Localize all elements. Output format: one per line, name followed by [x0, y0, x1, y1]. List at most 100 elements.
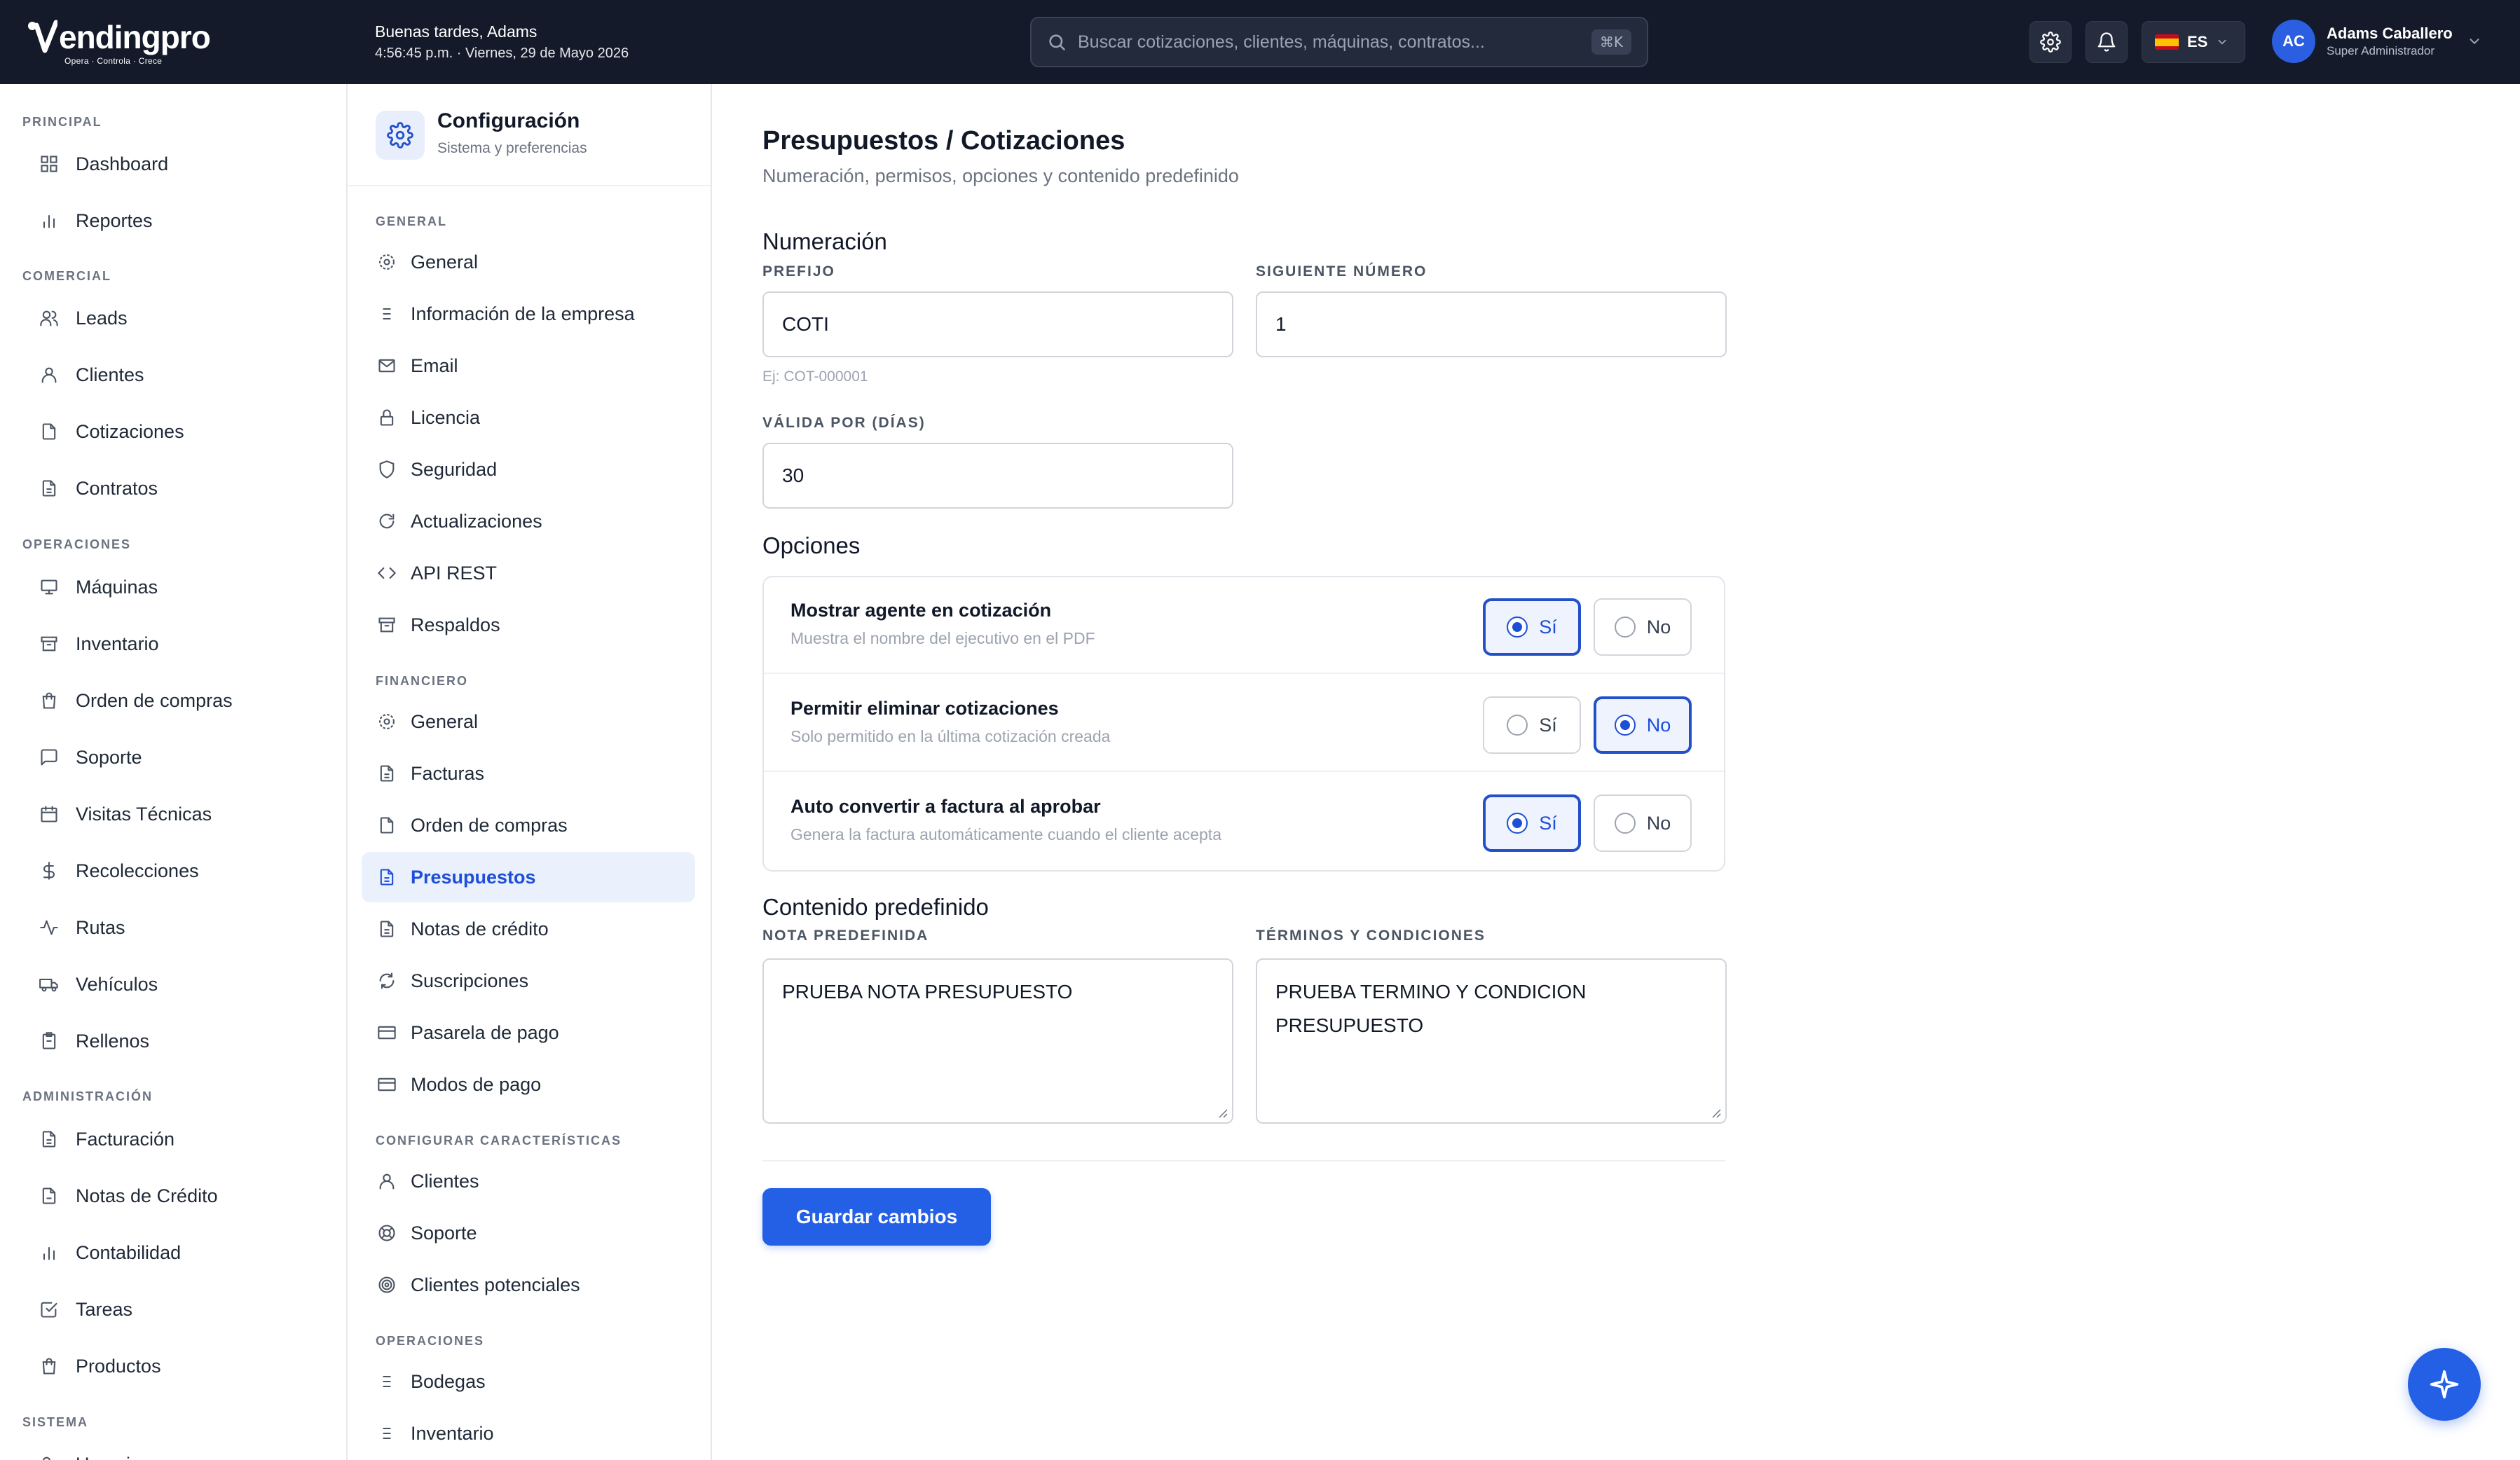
page-title: Presupuestos / Cotizaciones [762, 126, 1125, 156]
list-icon [383, 1375, 391, 1388]
brand-logo[interactable]: endingpro Opera · Controla · Crece [27, 18, 223, 66]
settings-item-notas-de-credito[interactable]: Notas de crédito [362, 904, 695, 954]
settings-item-suscripciones[interactable]: Suscripciones [362, 956, 695, 1006]
settings-item-label: API REST [411, 562, 498, 584]
settings-item-modos-de-pago[interactable]: Modos de pago [362, 1059, 695, 1110]
user-role: Super Administrador [2327, 44, 2435, 57]
sidebar-item-maquinas[interactable]: Máquinas [22, 563, 331, 611]
avatar: AC [2272, 20, 2315, 63]
sidebar-item-rutas[interactable]: Rutas [22, 904, 331, 951]
sidebar-section-label: COMERCIAL [22, 269, 111, 283]
sidebar-section-label: ADMINISTRACIÓN [22, 1089, 153, 1103]
resize-handle-icon[interactable] [1710, 1107, 1721, 1118]
datetime-text: 4:56:45 p.m. · Viernes, 29 de Mayo 2026 [375, 46, 629, 61]
prefix-field[interactable] [762, 291, 1233, 357]
terms-textarea[interactable]: PRUEBA TERMINO Y CONDICION PRESUPUESTO [1275, 975, 1707, 1107]
sidebar-item-contratos[interactable]: Contratos [22, 464, 331, 512]
show-agent-no-radio[interactable]: No [1594, 598, 1692, 656]
settings-item-label: Información de la empresa [411, 303, 635, 324]
user-menu[interactable]: AC Adams Caballero Super Administrador [2272, 20, 2482, 63]
sidebar-item-usuarios[interactable]: Usuarios [22, 1440, 331, 1460]
sidebar-item-reportes[interactable]: Reportes [22, 197, 331, 245]
settings-item-email[interactable]: Email [362, 340, 695, 391]
sidebar-item-label: Usuarios [76, 1454, 151, 1460]
gear-icon [2040, 32, 2061, 53]
settings-item-presupuestos[interactable]: Presupuestos [362, 852, 695, 902]
sidebar-item-notas-de-credito[interactable]: Notas de Crédito [22, 1172, 331, 1220]
option-description: Genera la factura automáticamente cuando… [790, 825, 1221, 843]
note-textarea[interactable]: PRUEBA NOTA PRESUPUESTO [782, 975, 1214, 1107]
notifications-button[interactable] [2086, 21, 2128, 63]
sidebar-item-cotizaciones[interactable]: Cotizaciones [22, 408, 331, 455]
radio-dot-icon [1614, 617, 1636, 638]
auto-convert-no-radio[interactable]: No [1594, 794, 1692, 852]
sidebar-item-inventario[interactable]: Inventario [22, 620, 331, 668]
sidebar-item-dashboard[interactable]: Dashboard [22, 140, 331, 188]
sidebar-item-leads[interactable]: Leads [22, 294, 331, 342]
terms-field[interactable]: PRUEBA TERMINO Y CONDICION PRESUPUESTO [1256, 958, 1727, 1124]
allow-delete-yes-radio[interactable]: Sí [1483, 696, 1581, 754]
global-search[interactable]: ⌘K [1030, 17, 1648, 67]
radio-dot-icon [1507, 617, 1528, 638]
sidebar-item-clientes[interactable]: Clientes [22, 351, 331, 399]
radio-dot-icon [1507, 813, 1528, 834]
sidebar-item-contabilidad[interactable]: Contabilidad [22, 1229, 331, 1276]
save-button[interactable]: Guardar cambios [762, 1188, 991, 1246]
sidebar-item-label: Orden de compras [76, 689, 233, 711]
settings-item-orden-de-compras[interactable]: Orden de compras [362, 800, 695, 850]
sidebar-item-soporte[interactable]: Soporte [22, 734, 331, 781]
sidebar-item-vehiculos[interactable]: Vehículos [22, 960, 331, 1008]
document-text-icon [42, 1131, 56, 1148]
sidebar-item-facturacion[interactable]: Facturación [22, 1115, 331, 1163]
auto-convert-yes-radio[interactable]: Sí [1483, 794, 1581, 852]
sidebar-item-label: Dashboard [76, 153, 169, 174]
next-number-input[interactable] [1275, 313, 1707, 336]
next-number-field[interactable] [1256, 291, 1727, 357]
dollar-icon [43, 862, 55, 880]
brand-mark-icon [28, 20, 57, 53]
settings-item-seguridad[interactable]: Seguridad [362, 444, 695, 495]
show-agent-yes-radio[interactable]: Sí [1483, 598, 1581, 656]
settings-item-feature-soporte[interactable]: Soporte [362, 1208, 695, 1258]
settings-section-label: FINANCIERO [376, 674, 468, 688]
sidebar-item-productos[interactable]: Productos [22, 1342, 331, 1390]
sidebar-item-recolecciones[interactable]: Recolecciones [22, 847, 331, 895]
allow-delete-no-radio[interactable]: No [1594, 696, 1692, 754]
settings-item-financial-general[interactable]: General [362, 696, 695, 747]
settings-item-feature-clientes[interactable]: Clientes [362, 1156, 695, 1206]
settings-item-facturas[interactable]: Facturas [362, 748, 695, 799]
settings-item-api-rest[interactable]: API REST [362, 548, 695, 598]
sidebar-item-label: Clientes [76, 364, 144, 385]
ai-assistant-button[interactable] [2408, 1348, 2481, 1421]
user-icon [41, 367, 57, 383]
resize-handle-icon[interactable] [1217, 1107, 1228, 1118]
valid-days-input[interactable] [782, 464, 1214, 487]
settings-item-feature-clientes-potenciales[interactable]: Clientes potenciales [362, 1260, 695, 1310]
settings-item-respaldos[interactable]: Respaldos [362, 600, 695, 650]
search-input[interactable] [1078, 32, 1591, 53]
radio-dot-icon [1507, 715, 1528, 736]
sidebar-item-rellenos[interactable]: Rellenos [22, 1017, 331, 1065]
valid-days-field[interactable] [762, 443, 1233, 509]
sidebar-item-visitas-tecnicas[interactable]: Visitas Técnicas [22, 790, 331, 838]
sidebar-item-orden-de-compras[interactable]: Orden de compras [22, 677, 331, 724]
language-code: ES [2187, 33, 2208, 50]
sidebar-section-label: PRINCIPAL [22, 115, 102, 129]
settings-item-general[interactable]: General [362, 237, 695, 287]
settings-item-licencia[interactable]: Licencia [362, 392, 695, 443]
option-title: Auto convertir a factura al aprobar [790, 796, 1101, 817]
settings-item-company-info[interactable]: Información de la empresa [362, 289, 695, 339]
language-selector[interactable]: ES [2142, 21, 2245, 63]
prefix-input[interactable] [782, 313, 1214, 336]
settings-item-inventario[interactable]: Inventario [362, 1408, 695, 1459]
note-field[interactable]: PRUEBA NOTA PRESUPUESTO [762, 958, 1233, 1124]
spain-flag-icon [2155, 34, 2179, 50]
settings-item-actualizaciones[interactable]: Actualizaciones [362, 496, 695, 546]
sidebar-item-tareas[interactable]: Tareas [22, 1286, 331, 1333]
credit-card-icon [378, 1077, 396, 1091]
greeting-text: Buenas tardes, Adams [375, 22, 537, 41]
settings-item-bodegas[interactable]: Bodegas [362, 1356, 695, 1407]
settings-button[interactable] [2029, 21, 2072, 63]
bar-chart-icon [43, 1246, 55, 1260]
settings-item-pasarela-de-pago[interactable]: Pasarela de pago [362, 1007, 695, 1058]
